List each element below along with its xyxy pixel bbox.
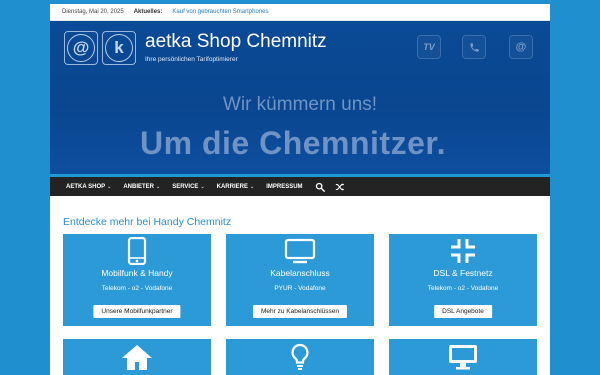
phone-glyph	[469, 42, 479, 52]
section-title: Entdecke mehr bei Handy Chemnitz	[63, 216, 232, 228]
lightbulb-glyph	[291, 343, 309, 370]
page-container: Dienstag, Mai 20, 2025 Aktuelles: Kauf v…	[50, 4, 550, 375]
card-providers: Telekom - o2 - Vodafone	[427, 285, 499, 292]
shuffle-icon[interactable]	[335, 182, 345, 192]
card-kabelanschluss: Kabelanschluss PYUR - Vodafone Mehr zu K…	[226, 234, 374, 326]
logo-k-glyph: k	[105, 34, 133, 62]
smartphone-glyph	[127, 237, 147, 265]
shuffle-glyph	[335, 182, 344, 191]
email-icon-label: @	[515, 41, 527, 53]
logo-k-box: k	[102, 31, 136, 65]
card-title: DSL & Festnetz	[433, 268, 493, 278]
compress-icon	[389, 237, 537, 265]
logo-at-box: @	[64, 31, 98, 65]
chevron-down-icon: ⌄	[107, 183, 112, 190]
site-logo[interactable]: @ k	[64, 31, 136, 65]
dsl-angebote-button[interactable]: DSL Angebote	[434, 305, 492, 318]
compress-glyph	[451, 239, 475, 263]
home-icon	[63, 343, 211, 371]
chevron-down-icon: ⌄	[156, 183, 161, 190]
card-dsl-festnetz: DSL & Festnetz Telekom - o2 - Vodafone D…	[389, 234, 537, 326]
nav-item-label: SERVICE	[172, 183, 199, 190]
site-tagline: Ihre persönlichen Tarifoptimierer	[145, 56, 238, 63]
card-title: Mobilfunk & Handy	[101, 268, 173, 278]
nav-item-anbieter[interactable]: ANBIETER ⌄	[123, 184, 160, 190]
nav-item-karriere[interactable]: KARRIERE ⌄	[217, 184, 255, 190]
current-date: Dienstag, Mai 20, 2025	[62, 9, 124, 15]
monitor-icon	[226, 237, 374, 265]
site-title[interactable]: aetka Shop Chemnitz	[145, 31, 327, 53]
nav-item-label: IMPRESSUM	[266, 183, 303, 190]
smartphone-icon	[63, 237, 211, 265]
search-glyph	[315, 182, 325, 192]
logo-at-glyph: @	[67, 34, 95, 62]
phone-icon[interactable]	[462, 35, 486, 59]
nav-item-service[interactable]: SERVICE ⌄	[172, 184, 204, 190]
desktop-icon	[389, 343, 537, 371]
search-icon[interactable]	[315, 182, 325, 192]
email-icon[interactable]: @	[509, 35, 533, 59]
card-energy	[226, 339, 374, 375]
top-bar: Dienstag, Mai 20, 2025 Aktuelles: Kauf v…	[50, 4, 550, 21]
lightbulb-icon	[226, 343, 374, 371]
kabelanschluss-button[interactable]: Mehr zu Kabelanschlüssen	[252, 305, 348, 318]
card-title: Kabelanschluss	[270, 268, 330, 278]
nav-item-aetka-shop[interactable]: AETKA SHOP ⌄	[66, 184, 111, 190]
monitor-glyph	[284, 238, 316, 264]
news-label: Aktuelles:	[133, 9, 163, 15]
card-desktop	[389, 339, 537, 375]
nav-item-label: KARRIERE	[216, 183, 248, 190]
hero-slogan-line2: Um die Chemnitzer.	[140, 125, 446, 161]
desktop-glyph	[449, 345, 477, 370]
news-ticker-link[interactable]: Kauf von gebrauchten Smartphones	[172, 9, 268, 15]
card-home	[63, 339, 211, 375]
chevron-down-icon: ⌄	[200, 183, 205, 190]
chevron-down-icon: ⌄	[249, 183, 255, 190]
home-glyph	[122, 345, 152, 370]
nav-item-impressum[interactable]: IMPRESSUM	[266, 184, 302, 190]
nav-item-label: AETKA SHOP	[66, 183, 106, 190]
tv-icon-label: TV	[423, 42, 435, 52]
card-providers: Telekom - o2 - Vodafone	[101, 285, 173, 292]
hero-slogan-line1: Wir kümmern uns!	[222, 94, 378, 115]
card-providers: PYUR - Vodafone	[274, 285, 326, 292]
card-mobilfunk: Mobilfunk & Handy Telekom - o2 - Vodafon…	[63, 234, 211, 326]
tv-icon[interactable]: TV	[417, 35, 441, 59]
site-header: @ k aetka Shop Chemnitz Ihre persönliche…	[50, 21, 550, 177]
nav-item-label: ANBIETER	[123, 183, 154, 190]
mobilfunkpartner-button[interactable]: Unsere Mobilfunkpartner	[93, 305, 181, 318]
main-navigation: AETKA SHOP ⌄ ANBIETER ⌄ SERVICE ⌄ KARRIE…	[50, 177, 550, 196]
